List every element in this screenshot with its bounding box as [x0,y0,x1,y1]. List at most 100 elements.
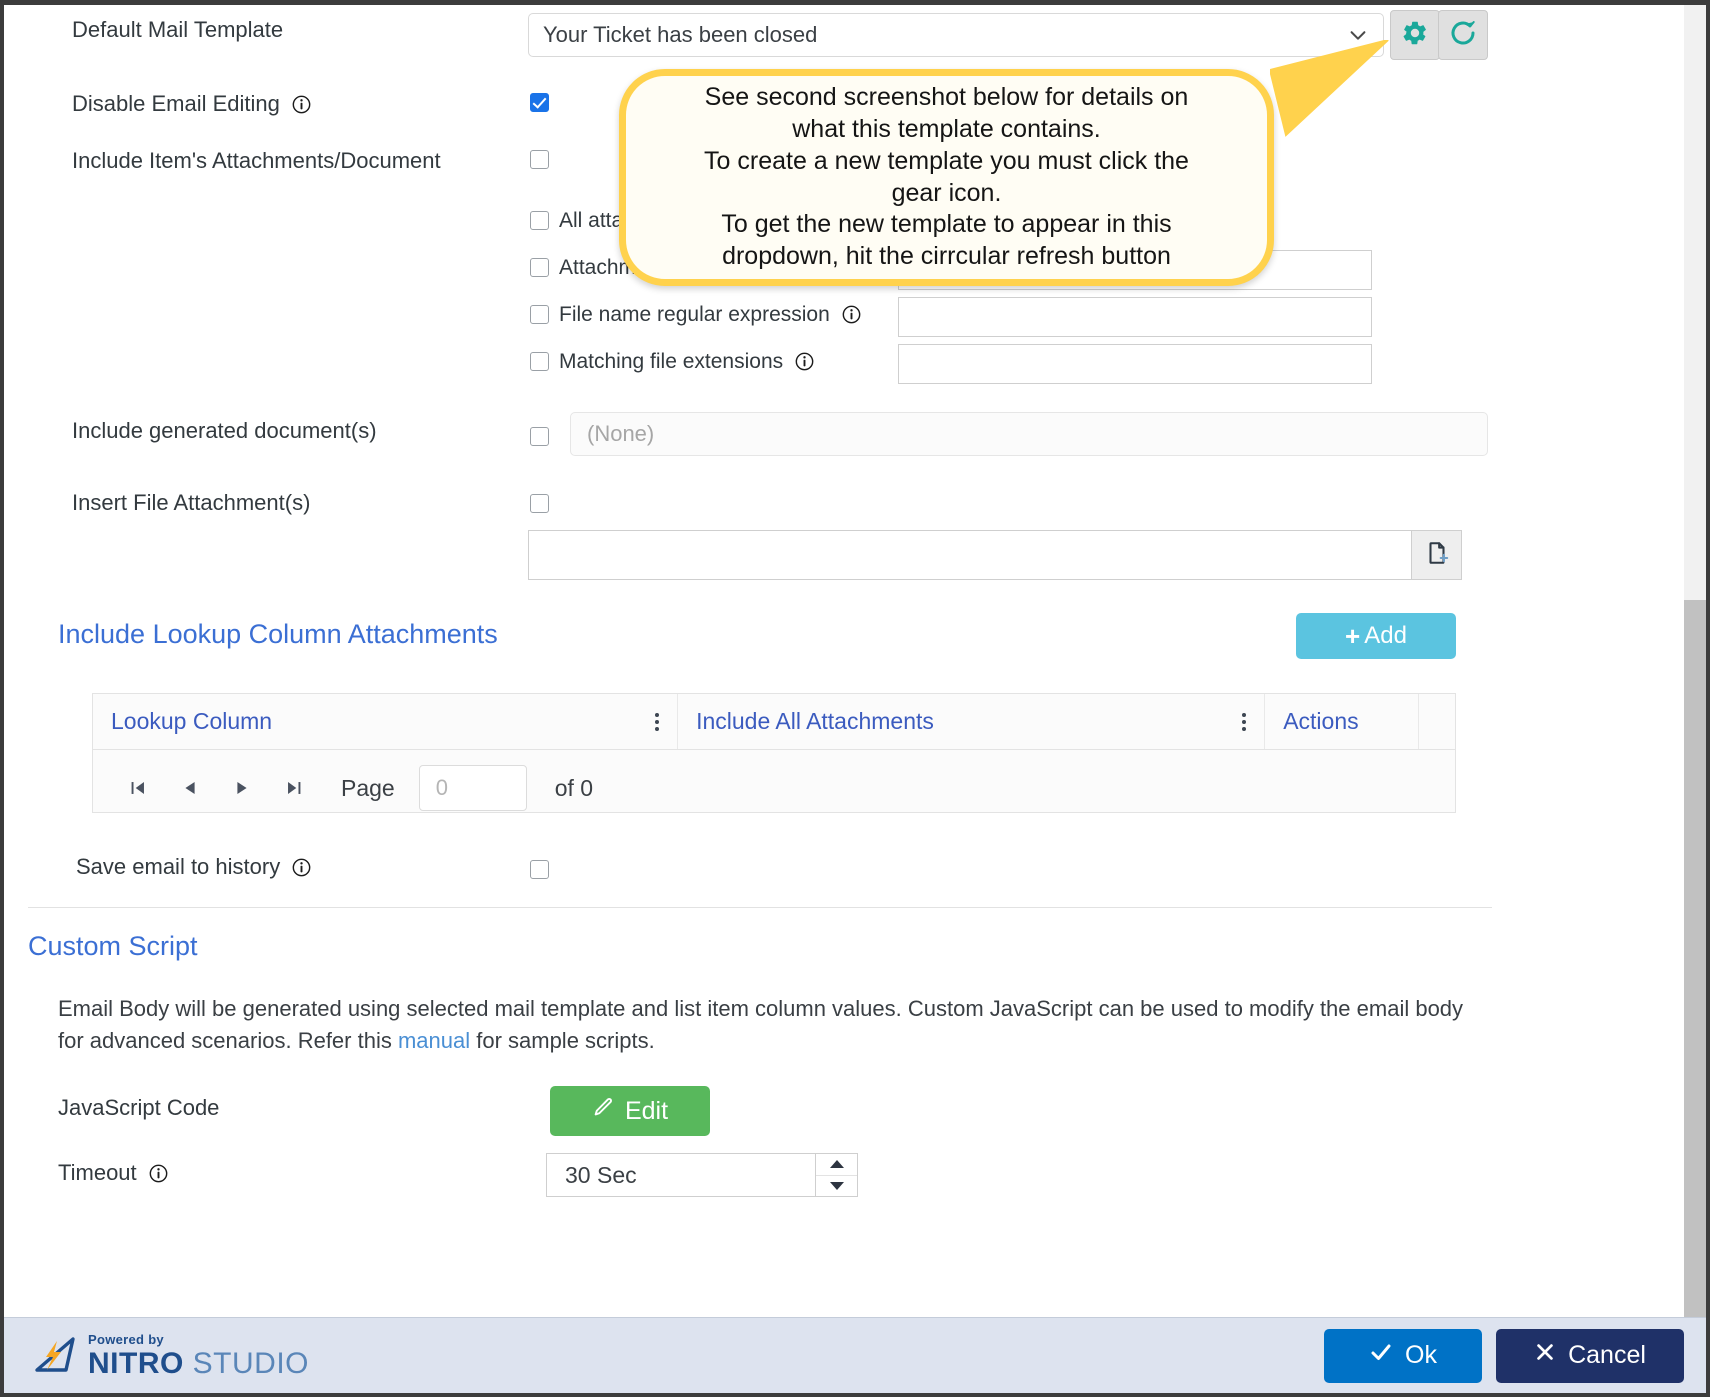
custom-script-description: Email Body will be generated using selec… [58,993,1474,1057]
include-generated-documents-value: (None) [570,412,1488,456]
save-email-history-row: Save email to history [76,854,311,880]
file-picker-button[interactable] [1411,531,1461,579]
check-icon [1369,1340,1393,1371]
vertical-scrollbar-thumb[interactable] [1684,600,1706,1320]
nitro-word: NITRO [88,1346,184,1380]
grid-header-include-all-attachments[interactable]: Include All Attachments [678,694,1266,749]
annotation-callout: See second screenshot below for details … [619,69,1274,286]
info-icon[interactable] [292,95,311,114]
matching-file-extensions-row: Matching file extensions [559,350,814,374]
grid-header-lookup-column[interactable]: Lookup Column [93,694,679,749]
footer-actions: Ok Cancel [1324,1328,1684,1383]
disable-email-editing-label: Disable Email Editing [72,91,280,116]
attachment-names-checkbox[interactable] [530,258,549,277]
nitro-studio-logo: Powered by NITRO STUDIO [32,1330,309,1381]
chevron-down-icon [1347,24,1369,46]
callout-text: See second screenshot below for details … [704,82,1189,273]
description-part-2: for sample scripts. [470,1027,655,1053]
info-icon[interactable] [292,858,311,877]
document-add-icon [1424,540,1450,571]
window-bottom-border [0,1393,1710,1397]
first-page-button[interactable] [117,767,159,809]
file-name-regex-checkbox[interactable] [530,305,549,324]
page-total-label: of 0 [554,774,594,801]
column-label: Include All Attachments [696,708,934,734]
add-button-label: Add [1364,622,1407,649]
insert-file-attachments-checkbox[interactable] [530,494,549,513]
cancel-button-label: Cancel [1568,1341,1646,1369]
callout-line-4: gear icon. [891,178,1002,207]
callout-line-1: See second screenshot below for details … [704,83,1189,112]
grid-header-row: Lookup Column Include All Attachments Ac… [93,694,1455,750]
stepper-down-button[interactable] [816,1176,857,1197]
info-icon[interactable] [149,1164,168,1183]
grid-pager: Page 0 of 0 [93,750,1455,826]
next-page-button[interactable] [221,767,263,809]
default-mail-template-dropdown[interactable]: Your Ticket has been closed [528,13,1384,57]
studio-word: STUDIO [183,1346,309,1380]
timeout-label: Timeout [58,1160,137,1185]
javascript-code-label: JavaScript Code [58,1095,220,1120]
manual-link[interactable]: manual [398,1028,470,1053]
ok-button-label: Ok [1405,1341,1437,1369]
lookup-section-title: Include Lookup Column Attachments [58,619,498,649]
nitro-logo-icon [32,1330,78,1381]
nitro-studio-wordmark: NITRO STUDIO [88,1346,309,1380]
plus-icon: + [1345,620,1361,651]
nitro-logo-text: Powered by NITRO STUDIO [88,1333,309,1379]
refresh-icon-button[interactable] [1438,10,1488,60]
include-generated-documents-checkbox[interactable] [530,427,549,446]
matching-file-extensions-checkbox[interactable] [530,352,549,371]
file-name-regex-row: File name regular expression [559,303,861,327]
save-email-history-label: Save email to history [76,854,281,879]
callout-line-6: dropdown, hit the cirrcular refresh butt… [722,242,1171,270]
previous-page-button[interactable] [169,767,211,809]
powered-by-label: Powered by [88,1331,164,1347]
email-settings-dialog: Default Mail Template Your Ticket has be… [0,0,1710,1397]
info-icon[interactable] [795,352,814,371]
file-name-regex-label: File name regular expression [559,303,830,326]
cancel-button[interactable]: Cancel [1496,1328,1684,1383]
last-page-button[interactable] [273,767,315,809]
callout-line-2: what this template contains. [792,115,1101,143]
window-right-border [1706,0,1710,1397]
matching-file-extensions-input[interactable] [898,344,1372,384]
all-attachments-checkbox[interactable] [530,211,549,230]
timeout-stepper[interactable]: 30 Sec [546,1153,858,1197]
description-part-1: Email Body will be generated using selec… [58,996,1464,1053]
default-mail-template-label: Default Mail Template [72,17,284,42]
column-menu-icon[interactable] [1241,712,1246,731]
timeout-row: Timeout [58,1160,168,1186]
timeout-value[interactable]: 30 Sec [547,1154,815,1196]
column-menu-icon[interactable] [654,712,659,731]
default-mail-template-value: Your Ticket has been closed [543,22,818,47]
lookup-column-grid: Lookup Column Include All Attachments Ac… [92,693,1456,813]
edit-button-label: Edit [624,1096,669,1125]
ok-button[interactable]: Ok [1324,1328,1482,1383]
close-icon [1534,1341,1556,1370]
file-name-regex-input[interactable] [898,297,1372,337]
custom-script-title: Custom Script [28,931,198,961]
disable-email-editing-row: Disable Email Editing [72,91,311,117]
include-item-attachments-checkbox[interactable] [530,150,549,169]
gear-icon-button[interactable] [1390,10,1440,60]
stepper-up-button[interactable] [816,1154,857,1176]
grid-header-spacer [1419,694,1455,749]
add-lookup-column-button[interactable]: + Add [1296,613,1456,659]
grid-header-actions[interactable]: Actions [1265,694,1419,749]
edit-javascript-button[interactable]: Edit [550,1086,710,1136]
file-attachment-input[interactable] [529,531,1411,579]
refresh-icon [1448,18,1478,53]
page-number-input[interactable]: 0 [418,765,527,811]
disable-email-editing-checkbox[interactable] [530,93,549,112]
gear-icon [1401,19,1429,52]
include-generated-documents-label: Include generated document(s) [72,418,377,443]
column-label: Actions [1283,708,1359,734]
info-icon[interactable] [842,305,861,324]
file-attachment-input-group[interactable] [528,530,1462,580]
column-label: Lookup Column [111,708,273,734]
save-email-history-checkbox[interactable] [530,860,549,879]
matching-file-extensions-label: Matching file extensions [559,350,784,373]
callout-line-3: To create a new template you must click … [704,146,1189,175]
pencil-icon [592,1096,615,1126]
